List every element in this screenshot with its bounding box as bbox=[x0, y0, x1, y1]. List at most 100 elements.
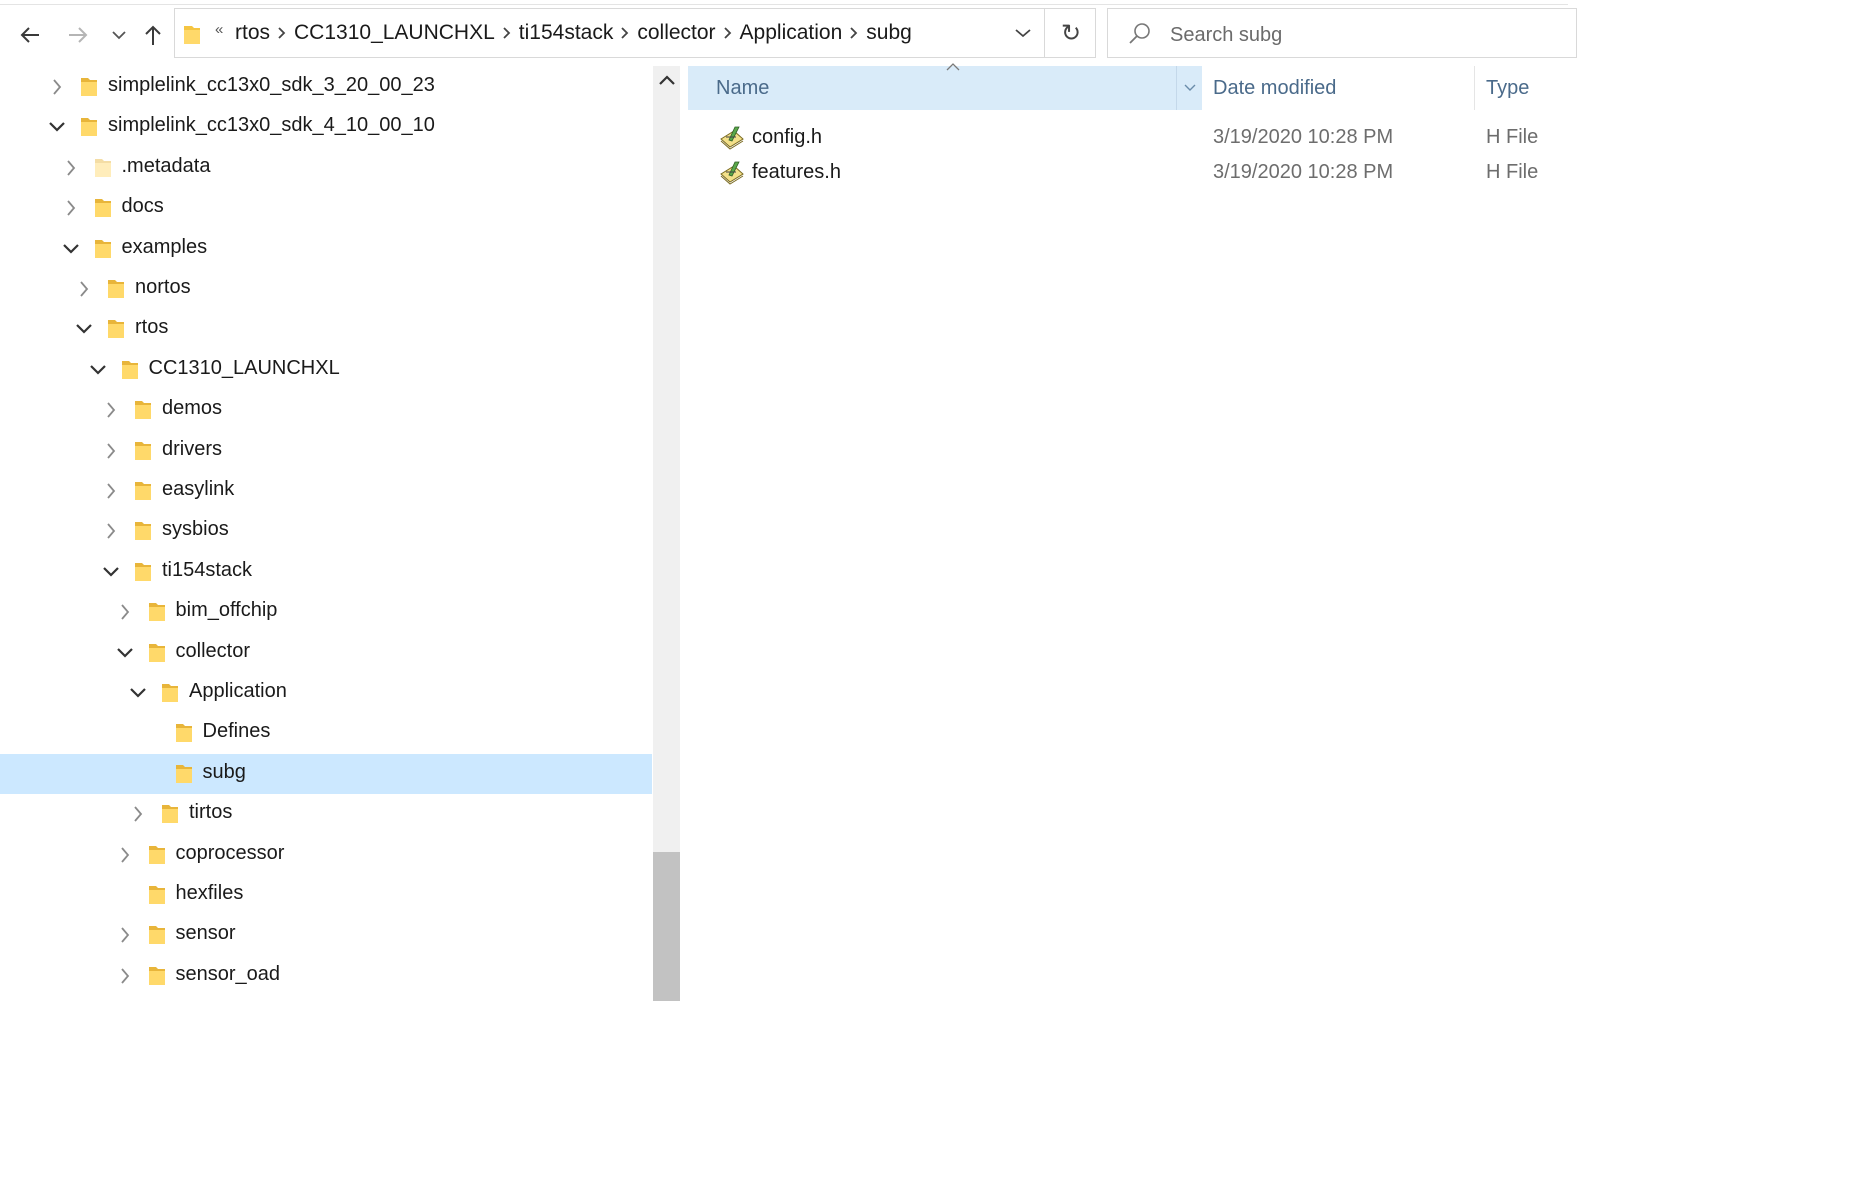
address-overflow[interactable]: « bbox=[215, 21, 223, 38]
chevron-right-icon[interactable] bbox=[99, 398, 123, 422]
tree-item[interactable]: hexfiles bbox=[0, 875, 652, 915]
tree-item[interactable]: Defines bbox=[0, 713, 652, 753]
chevron-right-icon[interactable] bbox=[99, 479, 123, 503]
chevron-down-icon[interactable] bbox=[126, 681, 150, 705]
chevron-right-icon[interactable] bbox=[72, 277, 96, 301]
tree-item[interactable]: CC1310_LAUNCHXL bbox=[0, 350, 652, 390]
tree-item-label: nortos bbox=[135, 276, 191, 298]
tree-item[interactable]: docs bbox=[0, 188, 652, 228]
top-divider bbox=[0, 4, 1568, 5]
breadcrumb-item[interactable]: CC1310_LAUNCHXL bbox=[294, 21, 495, 45]
tree-item[interactable]: drivers bbox=[0, 431, 652, 471]
folder-icon bbox=[161, 682, 179, 709]
column-header-type[interactable]: Type bbox=[1475, 66, 1568, 110]
tree-item[interactable]: sensor bbox=[0, 915, 652, 955]
column-header-date[interactable]: Date modified bbox=[1202, 66, 1474, 110]
chevron-right-icon[interactable] bbox=[842, 9, 866, 57]
up-button[interactable] bbox=[138, 20, 168, 50]
file-type: H File bbox=[1486, 126, 1539, 148]
chevron-right-icon[interactable] bbox=[113, 964, 137, 988]
sort-ascending-icon bbox=[946, 63, 960, 71]
breadcrumb-item[interactable]: rtos bbox=[235, 21, 270, 45]
chevron-right-icon[interactable] bbox=[495, 9, 519, 57]
scroll-thumb[interactable] bbox=[653, 852, 680, 1001]
chevron-right-icon[interactable] bbox=[716, 9, 740, 57]
tree-item[interactable]: subg bbox=[0, 753, 652, 794]
search-input[interactable] bbox=[1168, 19, 1552, 51]
tree-item-label: sensor_oad bbox=[175, 962, 281, 985]
recent-locations-button[interactable] bbox=[104, 20, 134, 50]
tree-item[interactable]: simplelink_cc13x0_sdk_3_20_00_23 bbox=[0, 67, 652, 107]
folder-icon bbox=[175, 722, 193, 749]
up-arrow-icon bbox=[145, 25, 161, 45]
tree-item[interactable]: examples bbox=[0, 229, 652, 269]
chevron-right-icon[interactable] bbox=[126, 802, 150, 826]
tree-item-label: drivers bbox=[162, 437, 223, 460]
breadcrumb-item[interactable]: subg bbox=[866, 21, 912, 45]
chevron-down-icon[interactable] bbox=[113, 641, 137, 665]
forward-button[interactable] bbox=[63, 20, 93, 50]
chevron-right-icon[interactable] bbox=[613, 9, 637, 57]
file-type: H File bbox=[1486, 161, 1539, 183]
tree-item[interactable]: Application bbox=[0, 673, 652, 713]
search-icon bbox=[1129, 23, 1150, 44]
chevron-down-icon[interactable] bbox=[45, 115, 69, 139]
chevron-down-icon bbox=[1015, 29, 1031, 38]
chevron-right-icon[interactable] bbox=[99, 439, 123, 463]
folder-icon bbox=[184, 26, 200, 44]
chevron-right-icon[interactable] bbox=[45, 75, 69, 99]
tree-item[interactable]: demos bbox=[0, 390, 652, 430]
tree-item[interactable]: rtos bbox=[0, 309, 652, 349]
chevron-right-icon[interactable] bbox=[113, 600, 137, 624]
chevron-right-icon[interactable] bbox=[270, 9, 294, 57]
tree-item-label: simplelink_cc13x0_sdk_4_10_00_10 bbox=[108, 114, 435, 137]
tree-item[interactable]: easylink bbox=[0, 471, 652, 511]
breadcrumb-item[interactable]: collector bbox=[637, 21, 715, 45]
column-header-name[interactable]: Name bbox=[688, 63, 1203, 110]
folder-icon bbox=[134, 399, 152, 426]
chevron-right-icon[interactable] bbox=[59, 156, 83, 180]
file-row[interactable]: config.h 3/19/2020 10:28 PM H File bbox=[688, 122, 1568, 156]
navigation-pane: simplelink_cc13x0_sdk_3_20_00_23 simpleli… bbox=[0, 66, 652, 1001]
address-bar[interactable]: « rtos CC1310_LAUNCHXL ti154stack collec… bbox=[174, 8, 1096, 58]
folder-icon bbox=[134, 561, 152, 588]
tree-item[interactable]: simplelink_cc13x0_sdk_4_10_00_10 bbox=[0, 107, 652, 147]
breadcrumb-item[interactable]: ti154stack bbox=[519, 21, 614, 45]
forward-arrow-icon bbox=[69, 27, 88, 43]
tree-item[interactable]: nortos bbox=[0, 269, 652, 309]
chevron-right-icon[interactable] bbox=[99, 519, 123, 543]
navigation-scrollbar[interactable] bbox=[653, 66, 680, 1001]
file-row[interactable]: features.h 3/19/2020 10:28 PM H File bbox=[688, 157, 1568, 191]
search-box[interactable] bbox=[1107, 8, 1577, 58]
chevron-down-icon[interactable] bbox=[86, 358, 110, 382]
tree-item[interactable]: sysbios bbox=[0, 511, 652, 551]
file-date: 3/19/2020 10:28 PM bbox=[1213, 161, 1394, 183]
folder-icon bbox=[175, 763, 193, 790]
tree-item[interactable]: tirtos bbox=[0, 794, 652, 834]
tree-item[interactable]: .metadata bbox=[0, 148, 652, 188]
back-button[interactable] bbox=[15, 20, 45, 50]
folder-icon bbox=[80, 116, 98, 143]
folder-icon bbox=[94, 197, 112, 224]
tree-item[interactable]: collector bbox=[0, 633, 652, 673]
chevron-right-icon[interactable] bbox=[113, 923, 137, 947]
chevron-right-icon[interactable] bbox=[113, 843, 137, 867]
refresh-icon: ↻ bbox=[1060, 19, 1082, 47]
chevron-right-icon[interactable] bbox=[59, 196, 83, 220]
scroll-up-button[interactable] bbox=[653, 68, 680, 92]
h-file-icon bbox=[720, 126, 744, 150]
chevron-down-icon[interactable] bbox=[99, 560, 123, 584]
column-filter-button[interactable] bbox=[1176, 66, 1203, 110]
tree-item[interactable]: bim_offchip bbox=[0, 592, 652, 632]
tree-item[interactable]: coprocessor bbox=[0, 835, 652, 875]
tree-item-label: examples bbox=[121, 235, 208, 258]
file-list: Name Date modified Type config.h 3/19/20… bbox=[688, 63, 1568, 1001]
folder-icon bbox=[121, 359, 139, 386]
tree-item[interactable]: ti154stack bbox=[0, 552, 652, 592]
chevron-down-icon[interactable] bbox=[72, 317, 96, 341]
chevron-down-icon[interactable] bbox=[59, 237, 83, 261]
refresh-button[interactable]: ↻ bbox=[1047, 9, 1095, 57]
breadcrumb-item[interactable]: Application bbox=[740, 21, 843, 45]
address-dropdown-button[interactable] bbox=[1001, 9, 1045, 57]
tree-item[interactable]: sensor_oad bbox=[0, 956, 652, 996]
